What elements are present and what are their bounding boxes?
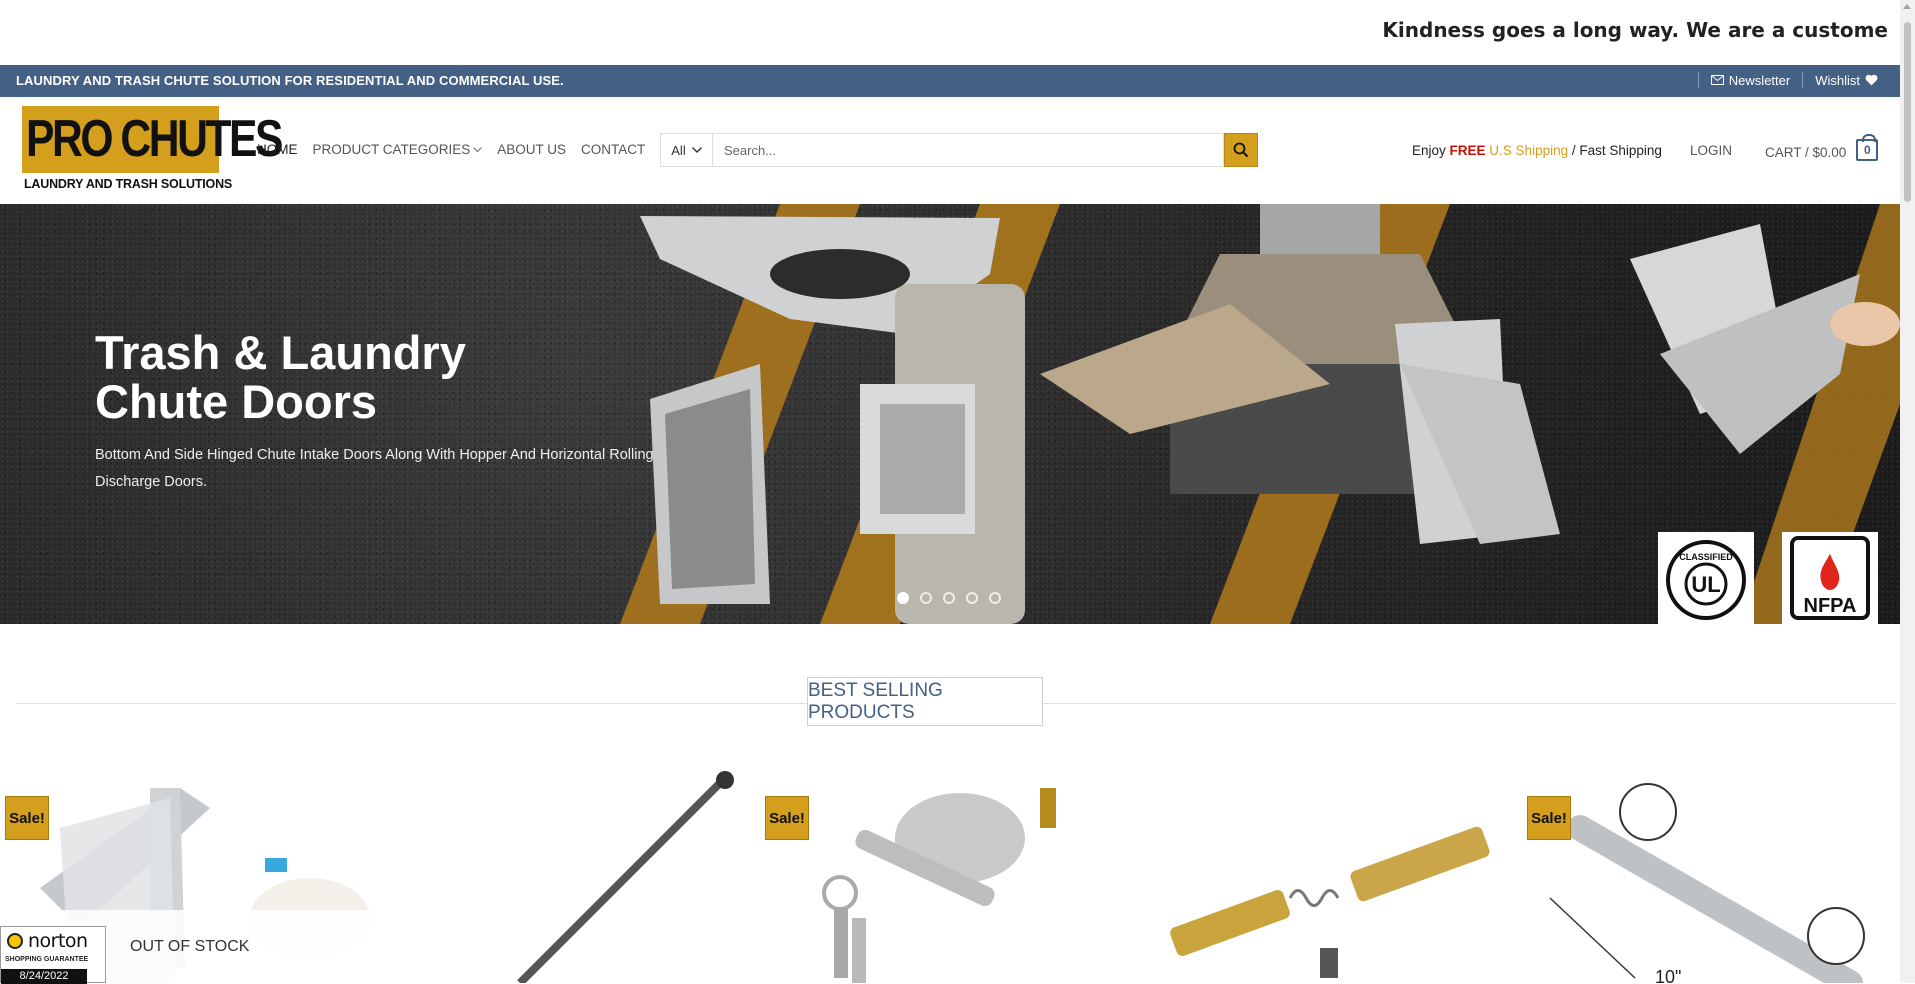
hero-title-line2: Chute Doors [95, 375, 377, 428]
nav-home-label: HOME [257, 142, 298, 157]
heart-icon [1865, 74, 1878, 86]
product-image [517, 771, 734, 983]
nav-contact[interactable]: CONTACT [581, 142, 645, 157]
top-bar-links: Newsletter Wishlist [1686, 72, 1878, 88]
logo-wordmark: PRO CHUTES [26, 110, 283, 168]
ul-classified-text: CLASSIFIED [1679, 552, 1733, 562]
sale-badge: Sale! [765, 796, 809, 840]
product-image [822, 788, 1056, 983]
cart-label: CART / $0.00 [1765, 144, 1847, 160]
marquee-text: Kindness goes a long way. We are a custo… [1382, 18, 1888, 42]
sale-badge: Sale! [5, 796, 49, 840]
product-card-3[interactable]: Sale! [760, 768, 1140, 983]
chevron-down-icon [691, 147, 702, 153]
dimension-label: 10" [1655, 967, 1681, 983]
wishlist-link[interactable]: Wishlist [1815, 73, 1878, 88]
search-bar: All Search... [660, 133, 1258, 167]
nav-contact-label: CONTACT [581, 142, 646, 157]
logo-box: PRO CHUTES [22, 106, 283, 173]
newsletter-link[interactable]: Newsletter [1710, 72, 1791, 88]
hero-subtitle: Bottom And Side Hinged Chute Intake Door… [95, 447, 654, 490]
chevron-down-icon [473, 146, 483, 152]
nav-about-us-label: ABOUT US [497, 142, 567, 157]
search-input[interactable]: Search... [713, 133, 1224, 167]
hero-title: Trash & Laundry Chute Doors [95, 328, 466, 426]
nfpa-text: NFPA [1804, 595, 1857, 617]
logo-tagline: LAUNDRY AND TRASH SOLUTIONS [24, 177, 233, 191]
search-placeholder: Search... [724, 142, 777, 158]
ul-text: UL [1691, 572, 1720, 597]
search-category-select[interactable]: All [660, 133, 713, 167]
announcement-marquee: Kindness goes a long way. We are a custo… [0, 0, 1900, 64]
shipping-us: U.S Shipping [1485, 143, 1569, 158]
shipping-fast: / Fast Shipping [1568, 143, 1662, 158]
product-card-4[interactable] [1140, 768, 1520, 983]
search-button[interactable] [1224, 133, 1258, 167]
divider [1697, 72, 1699, 88]
top-bar: LAUNDRY AND TRASH CHUTE SOLUTION FOR RES… [0, 65, 1900, 97]
nav-product-categories-label: PRODUCT CATEGORIES [312, 142, 471, 157]
hero-title-line1: Trash & Laundry [95, 326, 466, 379]
cart-count-icon: 0 [1856, 134, 1879, 161]
best-selling-heading: BEST SELLING PRODUCTS [807, 677, 1043, 726]
site-logo[interactable]: PRO CHUTES LAUNDRY AND TRASH SOLUTIONS [22, 106, 283, 196]
product-card-2[interactable] [380, 768, 760, 983]
login-link[interactable]: LOGIN [1690, 143, 1732, 158]
nfpa-logo-icon: NFPA [1790, 536, 1870, 620]
nav-product-categories[interactable]: PRODUCT CATEGORIES [313, 142, 483, 157]
top-bar-message: LAUNDRY AND TRASH CHUTE SOLUTION FOR RES… [16, 73, 564, 88]
slider-dot-4[interactable] [966, 592, 978, 604]
search-icon [1233, 142, 1249, 158]
slider-dot-1[interactable] [897, 592, 909, 604]
shipping-enjoy: Enjoy [1412, 143, 1450, 158]
hero-slider[interactable]: Trash & Laundry Chute Doors Bottom And S… [0, 204, 1900, 624]
slider-dot-2[interactable] [920, 592, 932, 604]
nfpa-badge: NFPA [1782, 532, 1878, 624]
nav-about-us[interactable]: ABOUT US [497, 142, 566, 157]
shipping-free: FREE [1449, 143, 1486, 158]
envelope-icon [1710, 75, 1724, 85]
product-image: 10" [1549, 783, 1865, 983]
wishlist-label: Wishlist [1815, 72, 1860, 88]
divider [1802, 72, 1804, 88]
product-image [1170, 826, 1490, 978]
main-nav: HOME PRODUCT CATEGORIES ABOUT US CONTACT [257, 142, 645, 157]
ul-logo-icon: UL CLASSIFIED [1666, 540, 1746, 620]
nav-home[interactable]: HOME [257, 142, 298, 157]
norton-name: norton [28, 930, 88, 952]
newsletter-label: Newsletter [1728, 72, 1791, 88]
product-card-5[interactable]: Sale! 10" [1520, 768, 1900, 983]
page-scrollbar[interactable] [1900, 0, 1915, 983]
cart-link[interactable]: CART / $0.00 0 [1765, 134, 1879, 161]
slider-dots [897, 592, 1001, 604]
norton-guarantee-text: SHOPPING GUARANTEE [5, 956, 89, 963]
site-header: PRO CHUTES LAUNDRY AND TRASH SOLUTIONS H… [0, 97, 1900, 204]
scroll-up-arrow-icon[interactable] [1903, 4, 1911, 9]
slider-dot-5[interactable] [989, 592, 1001, 604]
search-category-value: All [671, 142, 686, 158]
ul-classified-badge: UL CLASSIFIED [1658, 532, 1754, 624]
norton-date: 8/24/2022 [1, 969, 87, 984]
shipping-notice: Enjoy FREE U.S Shipping / Fast Shipping [1412, 143, 1662, 158]
slider-dot-3[interactable] [943, 592, 955, 604]
norton-guarantee-badge[interactable]: norton SHOPPING GUARANTEE 8/24/2022 [0, 926, 106, 984]
norton-check-icon [7, 933, 23, 949]
scrollbar-thumb[interactable] [1904, 22, 1911, 202]
sale-badge: Sale! [1527, 796, 1571, 840]
cart-count: 0 [1863, 143, 1871, 157]
